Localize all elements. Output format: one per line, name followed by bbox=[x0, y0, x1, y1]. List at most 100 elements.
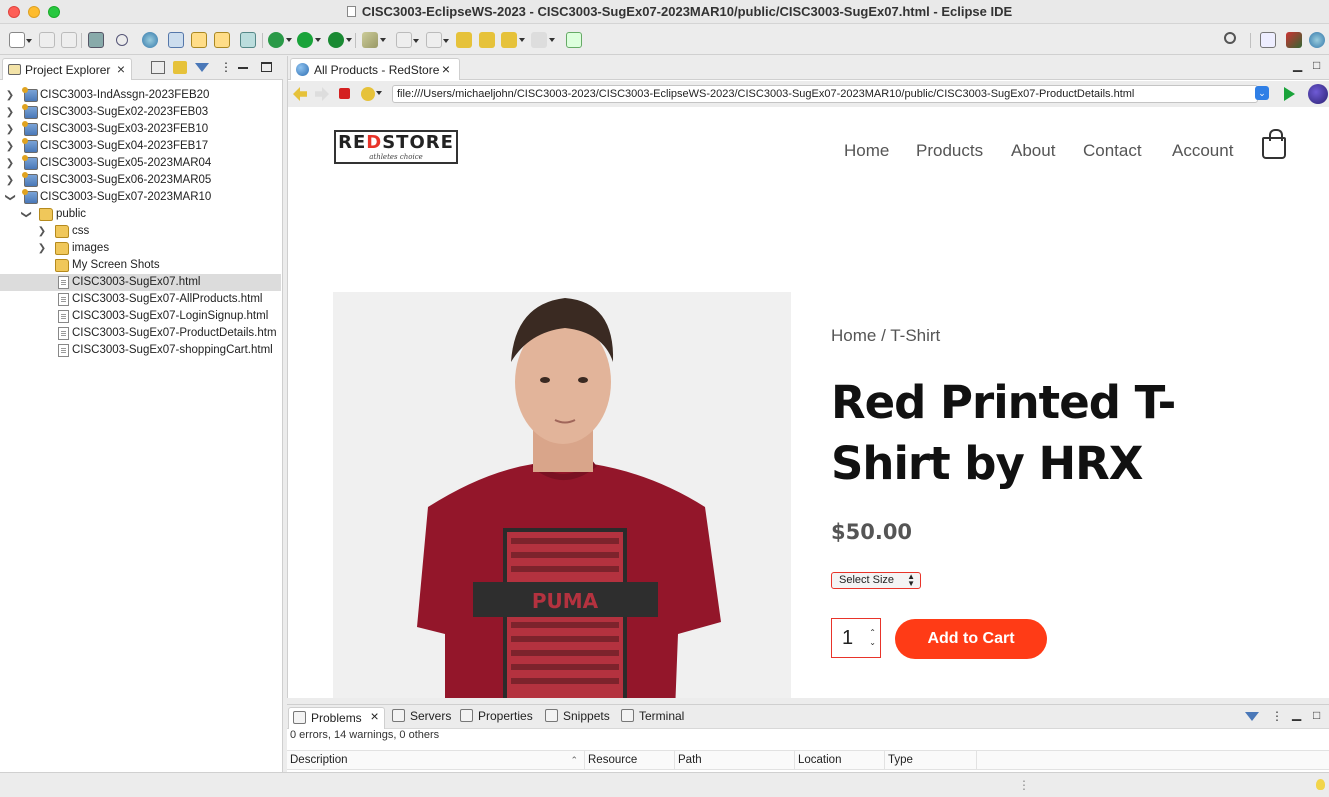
tab-all-products[interactable]: All Products - RedStore × bbox=[290, 58, 460, 80]
tree-item-project-expanded[interactable]: ❯ CISC3003-SugEx07-2023MAR10 bbox=[0, 189, 281, 206]
document-icon bbox=[346, 6, 356, 17]
run-external-icon[interactable] bbox=[328, 32, 352, 48]
eclipse-icon[interactable] bbox=[1308, 84, 1328, 104]
lightbulb-icon[interactable] bbox=[1316, 779, 1325, 790]
add-to-cart-button[interactable]: Add to Cart bbox=[895, 619, 1047, 659]
minimize-icon[interactable]: ▁ bbox=[1293, 58, 1302, 72]
status-separator-icon: ⋮ bbox=[1018, 778, 1030, 792]
problems-panel: Problems × Servers Properties Snippets Te… bbox=[287, 704, 1329, 772]
back-arrow-icon[interactable] bbox=[293, 87, 307, 101]
go-icon[interactable] bbox=[1284, 87, 1295, 101]
new-icon[interactable] bbox=[9, 32, 32, 48]
cart-bag-icon[interactable] bbox=[1262, 129, 1286, 159]
tree-item-file-selected[interactable]: CISC3003-SugEx07.html bbox=[0, 274, 281, 291]
tab-terminal[interactable]: Terminal bbox=[621, 709, 684, 723]
view-menu-icon[interactable]: ⋮ bbox=[1271, 709, 1283, 723]
size-select[interactable]: Select Size ▲ ▼ bbox=[831, 572, 921, 589]
maximize-icon[interactable] bbox=[261, 62, 272, 72]
tool-icon[interactable] bbox=[362, 32, 386, 48]
tree-item-file[interactable]: CISC3003-SugEx07-LoginSignup.html bbox=[0, 308, 281, 325]
tree-item-file[interactable]: CISC3003-SugEx07-ProductDetails.htm bbox=[0, 325, 281, 342]
close-icon[interactable]: × bbox=[117, 61, 125, 77]
stepper-arrows-icon[interactable]: ⌃ ⌄ bbox=[869, 628, 876, 648]
filter-icon[interactable] bbox=[195, 63, 209, 72]
nav-contact[interactable]: Contact bbox=[1083, 141, 1142, 161]
globe-icon[interactable] bbox=[142, 32, 158, 48]
open-perspective-icon[interactable] bbox=[1260, 32, 1276, 48]
link-with-editor-icon[interactable] bbox=[173, 61, 187, 74]
problems-table-header: Description ⌃ Resource Path Location Type bbox=[287, 750, 1329, 770]
nav-products[interactable]: Products bbox=[916, 141, 983, 161]
search-icon[interactable] bbox=[116, 34, 128, 46]
save-all-icon[interactable] bbox=[61, 32, 77, 48]
refresh-icon[interactable] bbox=[361, 87, 375, 101]
close-icon[interactable]: × bbox=[371, 708, 379, 724]
editor-tabbar: All Products - RedStore × ▁ □ bbox=[288, 56, 1329, 80]
view-menu-icon[interactable]: ⋮ bbox=[220, 61, 232, 74]
column-description[interactable]: Description ⌃ bbox=[287, 751, 585, 770]
minimize-icon[interactable] bbox=[238, 61, 248, 69]
tab-servers[interactable]: Servers bbox=[392, 709, 451, 723]
nav-account[interactable]: Account bbox=[1172, 141, 1233, 161]
tree-item-file[interactable]: CISC3003-SugEx07-AllProducts.html bbox=[0, 291, 281, 308]
web-service-icon[interactable] bbox=[168, 32, 184, 48]
tree-item-project[interactable]: ❯ CISC3003-SugEx03-2023FEB10 bbox=[0, 121, 281, 138]
external-browser-icon[interactable] bbox=[566, 32, 582, 48]
tree-item-folder-screenshots[interactable]: My Screen Shots bbox=[0, 257, 281, 274]
globe-icon bbox=[296, 63, 309, 76]
column-type[interactable]: Type bbox=[885, 751, 977, 770]
nav-about[interactable]: About bbox=[1011, 141, 1055, 161]
problems-summary: 0 errors, 14 warnings, 0 others bbox=[290, 729, 440, 741]
forward-icon[interactable] bbox=[531, 32, 555, 48]
tree-item-project[interactable]: ❯ CISC3003-SugEx02-2023FEB03 bbox=[0, 104, 281, 121]
tab-snippets[interactable]: Snippets bbox=[545, 709, 610, 723]
tree-item-folder-public[interactable]: ❯ public bbox=[0, 206, 281, 223]
redstore-logo[interactable]: REDSTORE athletes choice bbox=[334, 130, 458, 164]
java-ee-perspective-icon[interactable] bbox=[1286, 32, 1302, 48]
url-history-dropdown[interactable]: ⌄ bbox=[1255, 86, 1269, 100]
forward-arrow-icon[interactable] bbox=[315, 87, 329, 101]
servers-icon bbox=[392, 709, 405, 722]
project-explorer-icon bbox=[8, 64, 21, 75]
quantity-stepper[interactable]: 1 ⌃ ⌄ bbox=[831, 618, 881, 658]
web-perspective-icon[interactable] bbox=[1309, 32, 1325, 48]
tab-project-explorer[interactable]: Project Explorer × bbox=[2, 58, 132, 80]
url-input[interactable]: file:///Users/michaeljohn/CISC3003-2023/… bbox=[392, 85, 1258, 103]
close-icon[interactable]: × bbox=[442, 61, 450, 77]
tree-item-project[interactable]: ❯ CISC3003-SugEx06-2023MAR05 bbox=[0, 172, 281, 189]
last-edit-icon[interactable] bbox=[456, 32, 472, 48]
column-resource[interactable]: Resource bbox=[585, 751, 675, 770]
maximize-icon[interactable]: □ bbox=[1313, 58, 1320, 72]
debug-icon[interactable] bbox=[268, 32, 292, 48]
previous-annotation-icon[interactable] bbox=[426, 32, 449, 48]
back-icon[interactable] bbox=[501, 32, 525, 48]
run-icon[interactable] bbox=[297, 32, 321, 48]
save-icon[interactable] bbox=[39, 32, 55, 48]
chevron-down-icon[interactable] bbox=[376, 91, 382, 95]
tree-item-folder-css[interactable]: ❯ css bbox=[0, 223, 281, 240]
tree-item-project[interactable]: ❯ CISC3003-SugEx05-2023MAR04 bbox=[0, 155, 281, 172]
minimize-icon[interactable]: ▁ bbox=[1292, 707, 1301, 721]
stop-icon[interactable] bbox=[339, 88, 350, 99]
tree-item-file[interactable]: CISC3003-SugEx07-shoppingCart.html bbox=[0, 342, 281, 359]
column-location[interactable]: Location bbox=[795, 751, 885, 770]
next-annotation-icon[interactable] bbox=[396, 32, 419, 48]
tab-properties[interactable]: Properties bbox=[460, 709, 533, 723]
nav-home[interactable]: Home bbox=[844, 141, 889, 161]
tree-item-project[interactable]: ❯ CISC3003-SugEx04-2023FEB17 bbox=[0, 138, 281, 155]
maximize-icon[interactable]: □ bbox=[1313, 708, 1320, 722]
new-server-icon[interactable] bbox=[191, 32, 207, 48]
forward-edit-icon[interactable] bbox=[479, 32, 495, 48]
tab-problems[interactable]: Problems × bbox=[288, 707, 385, 729]
filter-icon[interactable] bbox=[1245, 712, 1259, 721]
tree-item-project[interactable]: ❯ CISC3003-IndAssgn-2023FEB20 bbox=[0, 87, 281, 104]
servlet-icon[interactable] bbox=[240, 32, 256, 48]
terminal-icon[interactable] bbox=[88, 32, 104, 48]
new-project-icon[interactable] bbox=[214, 32, 230, 48]
window-title: CISC3003-EclipseWS-2023 - CISC3003-SugEx… bbox=[0, 4, 1329, 19]
snippets-icon bbox=[545, 709, 558, 722]
column-path[interactable]: Path bbox=[675, 751, 795, 770]
search-icon[interactable] bbox=[1224, 32, 1236, 44]
tree-item-folder-images[interactable]: ❯ images bbox=[0, 240, 281, 257]
collapse-all-icon[interactable] bbox=[151, 61, 165, 74]
